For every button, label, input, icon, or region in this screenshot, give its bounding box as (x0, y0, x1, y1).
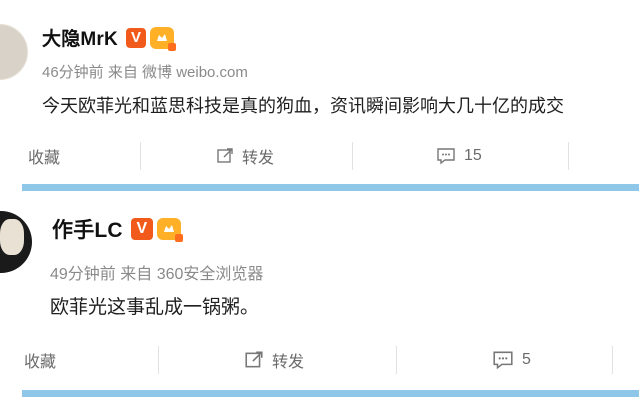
divider (158, 346, 159, 374)
comment-icon (436, 147, 456, 165)
post-content: 今天欧菲光和蓝思科技是真的狗血，资讯瞬间影响大几十亿的成交 (42, 96, 564, 116)
favorite-button[interactable]: 收藏 (28, 138, 60, 174)
comment-count: 5 (522, 351, 531, 368)
action-bar: 收藏 转发 15 (0, 138, 639, 174)
repost-icon (244, 350, 264, 370)
verified-v-badge: V (130, 218, 153, 240)
divider (396, 346, 397, 374)
comment-button[interactable]: 5 (492, 342, 531, 378)
post-content: 欧菲光这事乱成一锅粥。 (50, 297, 260, 318)
divider (140, 142, 141, 170)
repost-label: 转发 (272, 354, 305, 371)
verified-v-badge: V (125, 27, 146, 48)
comment-count: 15 (464, 147, 482, 164)
comment-icon (492, 350, 514, 370)
comment-button[interactable]: 15 (436, 138, 482, 174)
repost-button[interactable]: 转发 (216, 138, 274, 174)
repost-button[interactable]: 转发 (244, 342, 304, 378)
weibo-post: 作手LC V 49分钟前 来自 360安全浏览器 欧菲光这事乱成一锅粥。 收藏 … (0, 197, 639, 382)
avatar[interactable] (0, 24, 28, 80)
avatar[interactable] (0, 211, 32, 273)
divider (352, 142, 353, 170)
level-icon (156, 218, 183, 242)
repost-label: 转发 (242, 150, 275, 167)
post-meta: 49分钟前 来自 360安全浏览器 (50, 266, 264, 283)
divider (568, 142, 569, 170)
username[interactable]: 作手LC (52, 214, 123, 244)
level-icon (149, 26, 176, 51)
divider (612, 346, 613, 374)
action-bar: 收藏 转发 5 (0, 342, 639, 378)
username[interactable]: 大隐MrK (42, 24, 118, 51)
author-row: 作手LC V (52, 214, 183, 244)
post-separator (22, 390, 639, 397)
weibo-post: 大隐MrK V 46分钟前 来自 微博 weibo.com 今天欧菲光和蓝思科技… (0, 0, 639, 183)
favorite-label: 收藏 (24, 354, 57, 371)
favorite-button[interactable]: 收藏 (24, 342, 56, 378)
repost-icon (216, 147, 234, 165)
post-separator (22, 184, 639, 191)
favorite-label: 收藏 (28, 150, 61, 167)
author-row: 大隐MrK V (42, 24, 176, 51)
post-meta: 46分钟前 来自 微博 weibo.com (42, 64, 248, 81)
